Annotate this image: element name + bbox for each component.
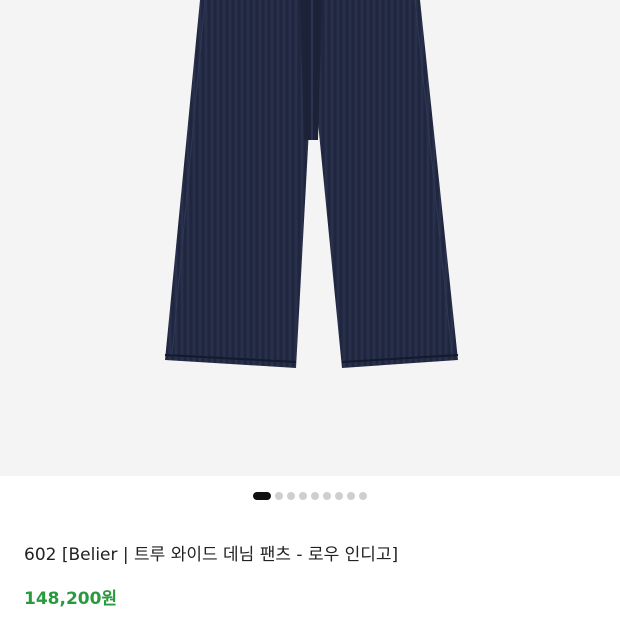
carousel-dot[interactable] (253, 492, 271, 500)
product-title: 602 [Belier | 트루 와이드 데님 팬츠 - 로우 인디고] (24, 545, 399, 565)
carousel-dots (0, 490, 620, 502)
carousel-dot[interactable] (311, 492, 319, 500)
carousel-dot[interactable] (335, 492, 343, 500)
product-price: 148,200원 (24, 589, 118, 609)
jeans-photo (164, 0, 459, 368)
carousel-dot[interactable] (323, 492, 331, 500)
jeans-right-leg (306, 0, 458, 368)
product-image[interactable] (0, 0, 620, 476)
carousel-dot[interactable] (359, 492, 367, 500)
carousel-dot[interactable] (347, 492, 355, 500)
carousel-dot[interactable] (287, 492, 295, 500)
carousel-dot[interactable] (275, 492, 283, 500)
carousel-dot[interactable] (299, 492, 307, 500)
